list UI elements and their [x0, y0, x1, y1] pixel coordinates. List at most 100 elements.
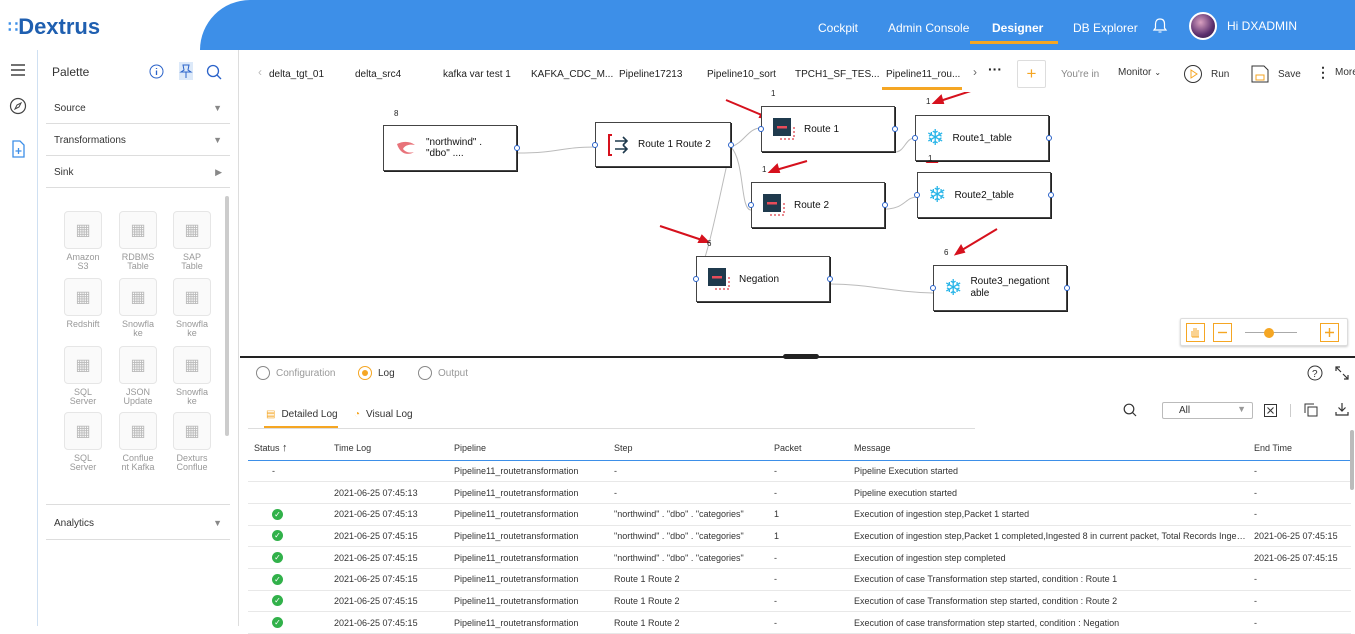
- search-icon[interactable]: [1123, 403, 1137, 417]
- radio-configuration[interactable]: Configuration: [256, 366, 335, 380]
- user-greeting[interactable]: Hi DXADMIN: [1227, 19, 1297, 33]
- input-port[interactable]: [912, 135, 918, 141]
- copy-icon[interactable]: [1304, 403, 1318, 417]
- zoom-out-icon[interactable]: [1213, 323, 1232, 342]
- input-port[interactable]: [748, 202, 754, 208]
- table-row[interactable]: ✓ 2021-06-25 07:45:15 Pipeline11_routetran…: [248, 590, 1351, 613]
- add-tab-button[interactable]: +: [1017, 60, 1046, 88]
- output-port[interactable]: [1064, 285, 1070, 291]
- more-button[interactable]: ⋮ More: [1316, 64, 1355, 81]
- table-row[interactable]: - Pipeline11_routetransformation - - Pipelin…: [248, 460, 1351, 483]
- radio-log[interactable]: Log: [358, 366, 395, 380]
- palette-tile[interactable]: ▦ Redshift: [58, 278, 108, 329]
- col-status[interactable]: Status ↑: [248, 436, 328, 461]
- palette-tile[interactable]: ▦ Amazon S3: [58, 211, 108, 271]
- palette-section-transformations[interactable]: Transformations ▼: [46, 124, 230, 156]
- clear-icon[interactable]: [1264, 404, 1277, 417]
- palette-scrollbar[interactable]: [225, 196, 229, 436]
- output-port[interactable]: [827, 276, 833, 282]
- zoom-slider-thumb[interactable]: [1264, 328, 1274, 338]
- avatar[interactable]: [1189, 12, 1217, 40]
- palette-tile[interactable]: ▦ SQL Server: [58, 346, 108, 406]
- resize-handle[interactable]: [783, 354, 819, 359]
- palette-tile[interactable]: ▦ Snowfla ke: [167, 278, 217, 338]
- pan-hand-icon[interactable]: [1186, 323, 1205, 342]
- zoom-in-icon[interactable]: [1320, 323, 1339, 342]
- tab-kafka-var-test[interactable]: kafka var test 1: [443, 69, 511, 80]
- node-route-transform[interactable]: Route 1 Route 2: [592, 122, 734, 167]
- col-pipeline[interactable]: Pipeline: [448, 436, 608, 461]
- output-port[interactable]: [892, 126, 898, 132]
- tab-delta-src4[interactable]: delta_src4: [355, 69, 401, 80]
- save-button[interactable]: Save: [1250, 64, 1301, 84]
- palette-tile[interactable]: ▦ SAP Table: [167, 211, 217, 271]
- table-row[interactable]: ✓ 2021-06-25 07:45:15 Pipeline11_routetran…: [248, 525, 1351, 548]
- dextrus-logo[interactable]: ∷ Dextrus: [8, 14, 100, 40]
- input-port[interactable]: [693, 276, 699, 282]
- log-filter-select[interactable]: All ▼: [1162, 402, 1253, 419]
- nav-designer[interactable]: Designer: [992, 21, 1043, 35]
- node-route2[interactable]: Route 2: [748, 182, 888, 228]
- compass-icon[interactable]: [9, 97, 27, 115]
- output-port[interactable]: [1048, 192, 1054, 198]
- palette-tile[interactable]: ▦ Snowfla ke: [167, 346, 217, 406]
- col-message[interactable]: Message: [848, 436, 1248, 461]
- radio-output[interactable]: Output: [418, 366, 468, 380]
- output-port[interactable]: [1046, 135, 1052, 141]
- node-negation[interactable]: Negation: [693, 256, 833, 302]
- help-icon[interactable]: ?: [1307, 365, 1323, 381]
- palette-section-source[interactable]: Source ▼: [46, 92, 230, 124]
- tab-kafka-cdc[interactable]: KAFKA_CDC_M...: [531, 69, 613, 80]
- log-scrollbar[interactable]: [1350, 430, 1354, 490]
- sort-up-icon[interactable]: ↑: [282, 442, 288, 454]
- tab-tpch1-sf[interactable]: TPCH1_SF_TES...: [795, 69, 879, 80]
- nav-admin-console[interactable]: Admin Console: [888, 21, 969, 35]
- tab-visual-log[interactable]: ◔ Visual Log: [354, 409, 413, 420]
- palette-tile[interactable]: ▦ Snowfla ke: [113, 278, 163, 338]
- col-time-log[interactable]: Time Log: [328, 436, 448, 461]
- palette-section-sink[interactable]: Sink ▶: [46, 156, 230, 188]
- output-port[interactable]: [728, 141, 734, 148]
- mode-select[interactable]: Monitor ⌄: [1118, 67, 1161, 78]
- tabs-scroll-left-icon[interactable]: ‹: [258, 65, 262, 79]
- table-row[interactable]: ✓ 2021-06-25 07:45:13 Pipeline11_routetran…: [248, 503, 1351, 526]
- pin-icon[interactable]: [179, 62, 193, 80]
- table-row[interactable]: ✓ 2021-06-25 07:45:15 Pipeline11_routetran…: [248, 611, 1351, 634]
- palette-section-analytics[interactable]: Analytics ▼: [46, 504, 230, 540]
- bell-icon[interactable]: [1152, 17, 1168, 35]
- node-northwind-source[interactable]: "northwind" . "dbo" ....: [383, 125, 520, 171]
- tabs-scroll-right-icon[interactable]: ›: [973, 65, 977, 79]
- node-route1-table[interactable]: ❄ Route1_table: [912, 115, 1052, 161]
- input-port[interactable]: [758, 126, 764, 132]
- input-port[interactable]: [930, 285, 936, 291]
- add-pipeline-icon[interactable]: [9, 139, 27, 159]
- output-port[interactable]: [514, 145, 520, 151]
- palette-tile[interactable]: ▦ SQL Server: [58, 412, 108, 472]
- input-port[interactable]: [914, 192, 920, 198]
- table-row[interactable]: ✓ 2021-06-25 07:45:15 Pipeline11_routetran…: [248, 546, 1351, 569]
- output-port[interactable]: [882, 202, 888, 208]
- tabs-overflow-icon[interactable]: ···: [988, 61, 1002, 77]
- nav-db-explorer[interactable]: DB Explorer: [1073, 21, 1138, 35]
- download-icon[interactable]: [1335, 402, 1349, 416]
- tab-detailed-log[interactable]: ▤ Detailed Log: [266, 409, 338, 420]
- palette-tile[interactable]: ▦ Dexturs Conflue: [167, 412, 217, 472]
- tab-pipeline17213[interactable]: Pipeline17213: [619, 69, 682, 80]
- tab-pipeline10-sort[interactable]: Pipeline10_sort: [707, 69, 776, 80]
- node-route3-table[interactable]: ❄ Route3_negationt able: [930, 265, 1070, 311]
- pipeline-canvas[interactable]: 8 "northwind" . "dbo" .... Route 1 Route …: [240, 89, 1355, 356]
- nav-cockpit[interactable]: Cockpit: [818, 21, 858, 35]
- table-row[interactable]: 2021-06-25 07:45:13 Pipeline11_routetrans…: [248, 481, 1351, 504]
- col-step[interactable]: Step: [608, 436, 768, 461]
- input-port[interactable]: [592, 141, 598, 148]
- search-icon[interactable]: [206, 64, 222, 80]
- info-icon[interactable]: [149, 64, 164, 79]
- tab-delta-tgt-01[interactable]: delta_tgt_01: [269, 69, 324, 80]
- menu-icon[interactable]: [10, 63, 26, 77]
- node-route1[interactable]: Route 1: [758, 106, 898, 152]
- node-route2-table[interactable]: ❄ Route2_table: [914, 172, 1054, 218]
- expand-icon[interactable]: [1334, 365, 1350, 381]
- palette-tile[interactable]: ▦ RDBMS Table: [113, 211, 163, 271]
- col-end-time[interactable]: End Time: [1248, 436, 1351, 461]
- tab-pipeline11[interactable]: Pipeline11_rou...: [886, 69, 960, 80]
